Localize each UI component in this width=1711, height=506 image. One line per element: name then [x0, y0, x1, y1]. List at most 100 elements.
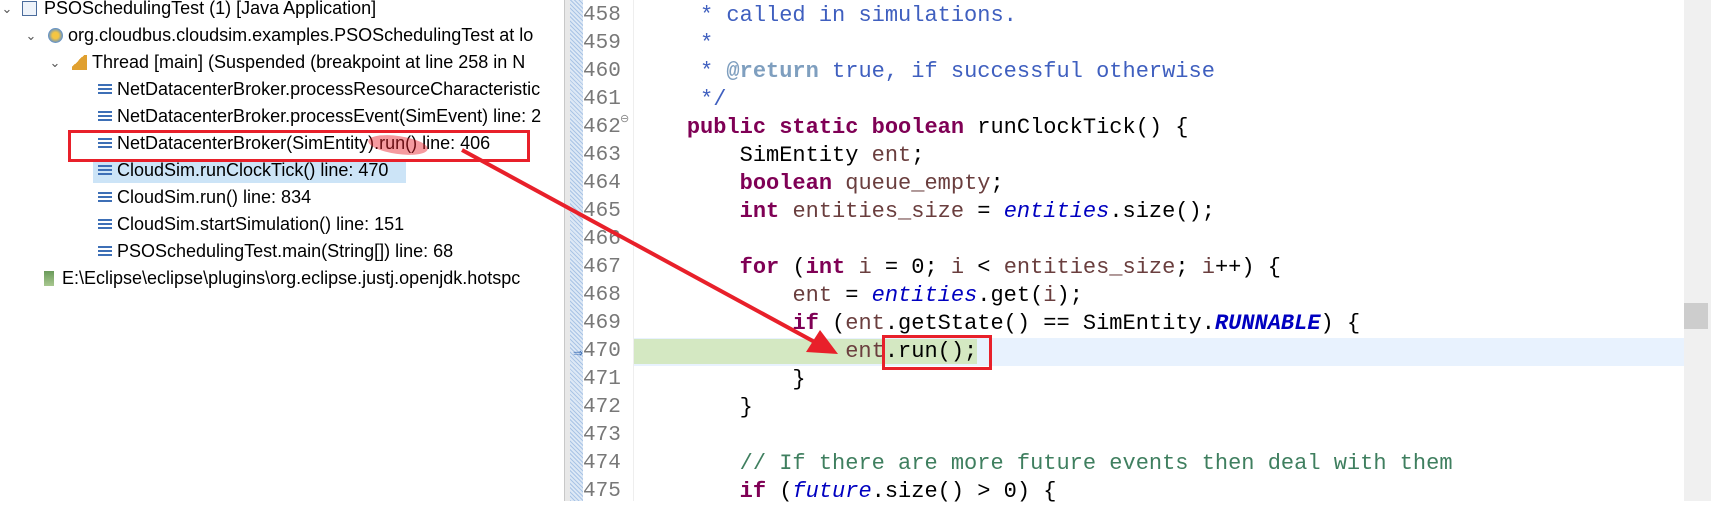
vertical-scrollbar[interactable]: [1684, 0, 1711, 501]
code-token: ;: [911, 143, 925, 168]
scrollbar-thumb[interactable]: [1684, 303, 1708, 329]
code-line[interactable]: *: [634, 30, 713, 58]
code-line[interactable]: int entities_size = entities.size();: [634, 198, 1215, 226]
code-line[interactable]: }: [634, 366, 806, 394]
java-app-icon: [22, 1, 37, 16]
code-token: entities_size: [792, 199, 965, 224]
code-line[interactable]: */: [634, 86, 726, 114]
code-line[interactable]: ent.run();: [634, 338, 1684, 366]
process-icon: [44, 271, 54, 286]
stack-frame-icon: [98, 219, 112, 230]
code-token: i: [1201, 255, 1215, 280]
line-number: 469: [583, 312, 621, 335]
overview-ruler: [570, 0, 583, 501]
code-token: if: [739, 479, 767, 504]
stack-frame-label: NetDatacenterBroker.processEvent(SimEven…: [117, 106, 542, 126]
code-token: int: [805, 255, 846, 280]
stack-frame-label: PSOSchedulingTest.main(String[]) line: 6…: [117, 241, 454, 261]
code-token: ;: [1175, 255, 1202, 280]
code-token: int: [739, 199, 780, 224]
code-token: }: [634, 367, 806, 392]
code-token: @return: [726, 59, 819, 84]
stack-frame-icon: [98, 246, 112, 257]
code-line[interactable]: * @return true, if successful otherwise: [634, 58, 1215, 86]
line-number-gutter: 458 459 460 461 462 463 464 465 466 467 468 469 470 4…: [583, 0, 634, 503]
code-token: =: [964, 199, 1004, 224]
code-line[interactable]: if (future.size() > 0) {: [634, 478, 1057, 506]
stack-frame-icon: [98, 192, 112, 203]
tree-item-label: E:\Eclipse\eclipse\plugins\org.eclipse.j…: [62, 268, 521, 288]
debug-target-icon: [48, 28, 63, 43]
code-token: (: [818, 311, 846, 336]
code-token: ent: [792, 283, 833, 308]
code-token: ent: [845, 339, 885, 364]
code-token: =: [832, 283, 872, 308]
code-token: *: [700, 31, 714, 56]
code-token: .get(: [977, 283, 1044, 308]
code-line[interactable]: }: [634, 394, 753, 422]
line-number: 471: [583, 368, 621, 391]
code-token: SimEntity: [634, 143, 872, 168]
code-token: if: [792, 311, 819, 336]
code-token: ) {: [1320, 311, 1361, 336]
thread-icon: [72, 55, 87, 70]
code-line[interactable]: ent = entities.get(i);: [634, 282, 1082, 310]
code-token: .getState() == SimEntity.: [884, 311, 1215, 336]
code-token: .size() > 0) {: [871, 479, 1057, 504]
code-line[interactable]: if (ent.getState() == SimEntity.RUNNABLE…: [634, 310, 1360, 338]
stack-frame-icon: [98, 84, 112, 95]
code-token: ent: [845, 311, 885, 336]
code-line[interactable]: * called in simulations.: [634, 2, 1017, 30]
line-number: 465: [583, 200, 621, 223]
stack-frame-icon: [98, 111, 112, 122]
line-number: 474: [583, 452, 621, 475]
line-number: 470: [583, 340, 621, 363]
annotation-box-code: [882, 335, 992, 370]
code-token: runClockTick() {: [964, 115, 1189, 140]
code-editor[interactable]: * called in simulations. * * @return tru…: [634, 0, 1684, 504]
code-token: i: [1043, 283, 1057, 308]
line-number: 468: [583, 284, 621, 307]
code-line[interactable]: for (int i = 0; i < entities_size; i++) …: [634, 254, 1281, 282]
code-line[interactable]: boolean queue_empty;: [634, 170, 1004, 198]
line-number: 458: [583, 4, 621, 27]
code-token: * called in simulations.: [700, 3, 1017, 28]
code-token: entities: [871, 283, 978, 308]
chevron-down-icon[interactable]: ⌄: [24, 22, 38, 49]
line-number: 459: [583, 32, 621, 55]
code-token: queue_empty: [845, 171, 991, 196]
debug-view: ⌄ PSOSchedulingTest (1) [Java Applicatio…: [0, 0, 564, 501]
chevron-down-icon[interactable]: ⌄: [0, 0, 14, 22]
code-token: }: [634, 395, 753, 420]
code-line[interactable]: // If there are more future events then …: [634, 450, 1453, 478]
tree-item-label: PSOSchedulingTest (1) [Java Application]: [44, 0, 377, 18]
code-token: <: [964, 255, 1004, 280]
stack-frame-label: CloudSim.run() line: 834: [117, 187, 312, 207]
code-token: for: [739, 255, 780, 280]
code-token: i: [858, 255, 872, 280]
chevron-down-icon[interactable]: ⌄: [48, 49, 62, 76]
line-number: 466: [583, 228, 621, 251]
stack-frame-label: CloudSim.startSimulation() line: 151: [117, 214, 405, 234]
code-token: entities_size: [1003, 255, 1176, 280]
code-line[interactable]: public static boolean runClockTick() {: [634, 114, 1189, 142]
line-number: 472: [583, 396, 621, 419]
code-token: true, if successful otherwise: [818, 59, 1215, 84]
line-number: 464: [583, 172, 621, 195]
code-token: = 0;: [871, 255, 951, 280]
code-line[interactable]: SimEntity ent;: [634, 142, 925, 170]
code-token: // If there are more future events then …: [739, 451, 1453, 476]
line-number: 473: [583, 424, 621, 447]
code-token: ent: [871, 143, 912, 168]
